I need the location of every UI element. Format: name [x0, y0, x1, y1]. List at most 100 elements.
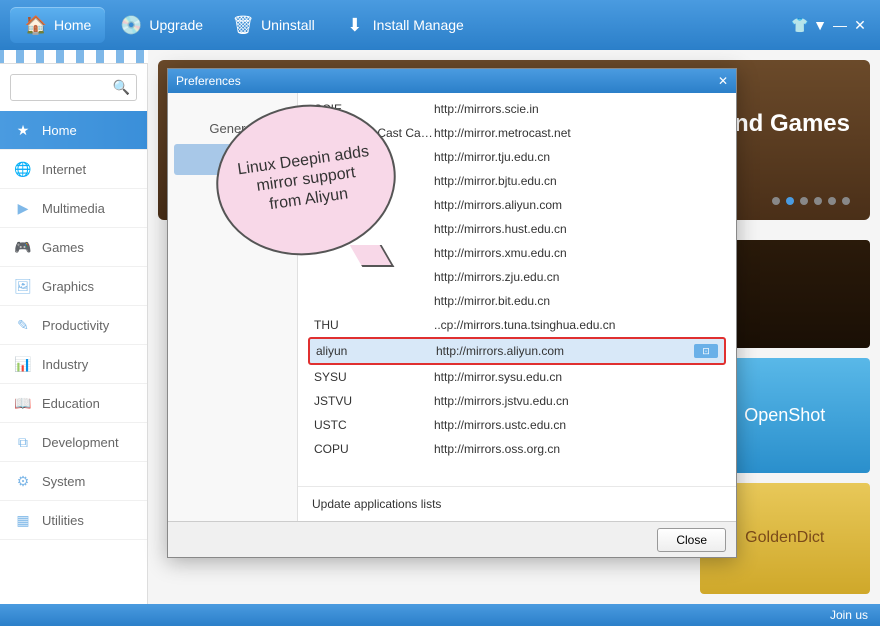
- balloon-text: Linux Deepin adds mirror support from Al…: [206, 93, 405, 267]
- mirror-url: http://mirrors.zju.edu.cn: [434, 270, 720, 284]
- minimize-icon[interactable]: —: [830, 17, 850, 33]
- sidebar-icon: 🎮: [14, 238, 32, 256]
- upgrade-icon: 💿: [119, 13, 143, 37]
- dot[interactable]: [786, 197, 794, 205]
- close-button[interactable]: Close: [657, 528, 726, 552]
- mirror-row[interactable]: SYSUhttp://mirror.sysu.edu.cn: [308, 365, 726, 389]
- tab-label: Install Manage: [373, 17, 464, 33]
- dialog-footer: Close: [168, 521, 736, 557]
- mirror-row[interactable]: aliyunhttp://mirrors.aliyun.com⊡: [308, 337, 726, 365]
- tab-home[interactable]: 🏠 Home: [10, 7, 105, 43]
- sidebar-icon: ★: [14, 121, 32, 139]
- sidebar-item-label: Productivity: [42, 318, 109, 333]
- theme-icon[interactable]: 👕: [790, 17, 810, 34]
- tile-label: OpenShot: [744, 405, 825, 426]
- mirror-url: http://mirrors.scie.in: [434, 102, 720, 116]
- dialog-title: Preferences: [176, 74, 241, 88]
- dot[interactable]: [842, 197, 850, 205]
- mirror-url: http://mirrors.oss.org.cn: [434, 442, 720, 456]
- update-applications-link[interactable]: Update applications lists: [298, 486, 736, 521]
- sidebar-item-multimedia[interactable]: ▶ Multimedia: [0, 189, 147, 228]
- search-icon[interactable]: 🔍: [113, 79, 130, 96]
- sidebar-item-graphics[interactable]: 🖼 Graphics: [0, 267, 147, 306]
- sidebar-item-label: Industry: [42, 357, 88, 372]
- dot[interactable]: [828, 197, 836, 205]
- sidebar-item-label: Multimedia: [42, 201, 105, 216]
- mirror-row[interactable]: USTChttp://mirrors.ustc.edu.cn: [308, 413, 726, 437]
- dot[interactable]: [800, 197, 808, 205]
- sidebar-icon: ⚙: [14, 472, 32, 490]
- sidebar-item-label: Education: [42, 396, 100, 411]
- mirror-url: http://mirror.bjtu.edu.cn: [434, 174, 720, 188]
- tab-install-manage[interactable]: ⬇ Install Manage: [329, 7, 478, 43]
- mirror-test-icon[interactable]: ⊡: [694, 344, 718, 358]
- tile-label: GoldenDict: [745, 529, 824, 547]
- mirror-name: aliyun: [316, 344, 436, 358]
- mirror-row[interactable]: JSTVUhttp://mirrors.jstvu.edu.cn: [308, 389, 726, 413]
- sidebar-item-utilities[interactable]: ▦ Utilities: [0, 501, 147, 540]
- mirror-url: http://mirrors.xmu.edu.cn: [434, 246, 720, 260]
- sidebar: 🔍 ★ Home 🌐 Internet ▶ Multimedia 🎮 Games 🖼 Graphi…: [0, 50, 148, 604]
- mirror-url: http://mirrors.ustc.edu.cn: [434, 418, 720, 432]
- sidebar-item-label: Home: [42, 123, 77, 138]
- footer: Join us: [0, 604, 880, 626]
- mirror-row[interactable]: COPUhttp://mirrors.oss.org.cn: [308, 437, 726, 461]
- sidebar-item-label: Graphics: [42, 279, 94, 294]
- sidebar-item-label: Internet: [42, 162, 86, 177]
- menu-icon[interactable]: ▼: [810, 17, 830, 33]
- sidebar-item-education[interactable]: 📖 Education: [0, 384, 147, 423]
- mirror-url: http://mirrors.aliyun.com: [434, 198, 720, 212]
- tab-uninstall[interactable]: 🗑 Uninstall: [217, 7, 329, 43]
- sidebar-item-label: Development: [42, 435, 119, 450]
- sidebar-item-development[interactable]: ⧉ Development: [0, 423, 147, 462]
- tab-label: Upgrade: [149, 17, 203, 33]
- sidebar-item-games[interactable]: 🎮 Games: [0, 228, 147, 267]
- mirror-row[interactable]: THU..cp://mirrors.tuna.tsinghua.edu.cn: [308, 313, 726, 337]
- sidebar-item-internet[interactable]: 🌐 Internet: [0, 150, 147, 189]
- balloon-tail: [356, 245, 396, 285]
- sidebar-icon: ▦: [14, 511, 32, 529]
- search-box[interactable]: 🔍: [10, 74, 137, 101]
- mirror-url: http://mirrors.jstvu.edu.cn: [434, 394, 720, 408]
- tab-label: Uninstall: [261, 17, 315, 33]
- install-icon: ⬇: [343, 13, 367, 37]
- sidebar-item-label: Games: [42, 240, 84, 255]
- mirror-name: THU: [314, 318, 434, 332]
- mirror-name: USTC: [314, 418, 434, 432]
- annotation-balloon: Linux Deepin adds mirror support from Al…: [216, 105, 426, 305]
- sidebar-icon: 📖: [14, 394, 32, 412]
- tab-label: Home: [54, 17, 91, 33]
- sidebar-item-system[interactable]: ⚙ System: [0, 462, 147, 501]
- sidebar-icon: ✎: [14, 316, 32, 334]
- banner-text: and Games: [721, 110, 850, 138]
- uninstall-icon: 🗑: [231, 13, 255, 37]
- sidebar-item-home[interactable]: ★ Home: [0, 111, 147, 150]
- mirror-url: http://mirror.metrocast.net: [434, 126, 720, 140]
- sidebar-item-productivity[interactable]: ✎ Productivity: [0, 306, 147, 345]
- sidebar-icon: 🖼: [14, 277, 32, 295]
- close-icon[interactable]: ✕: [850, 17, 870, 34]
- sidebar-icon: 📊: [14, 355, 32, 373]
- home-icon: 🏠: [24, 13, 48, 37]
- tab-upgrade[interactable]: 💿 Upgrade: [105, 7, 217, 43]
- banner-dots: [772, 197, 850, 205]
- sidebar-icon: 🌐: [14, 160, 32, 178]
- sidebar-item-industry[interactable]: 📊 Industry: [0, 345, 147, 384]
- dialog-titlebar: Preferences ✕: [168, 69, 736, 93]
- dialog-close-icon[interactable]: ✕: [718, 74, 728, 88]
- sidebar-icon: ▶: [14, 199, 32, 217]
- sidebar-icon: ⧉: [14, 433, 32, 451]
- mirror-name: SYSU: [314, 370, 434, 384]
- mirror-name: JSTVU: [314, 394, 434, 408]
- dot[interactable]: [772, 197, 780, 205]
- search-input[interactable]: [17, 81, 113, 95]
- mirror-url: http://mirror.bit.edu.cn: [434, 294, 720, 308]
- titlebar: 🏠 Home 💿 Upgrade 🗑 Uninstall ⬇ Install Manag…: [0, 0, 880, 50]
- sidebar-item-label: System: [42, 474, 85, 489]
- mirror-url: http://mirror.sysu.edu.cn: [434, 370, 720, 384]
- scallop-trim: [0, 50, 148, 64]
- joinus-link[interactable]: Join us: [830, 608, 868, 622]
- mirror-url: http://mirrors.aliyun.com: [436, 344, 694, 358]
- sidebar-item-label: Utilities: [42, 513, 84, 528]
- dot[interactable]: [814, 197, 822, 205]
